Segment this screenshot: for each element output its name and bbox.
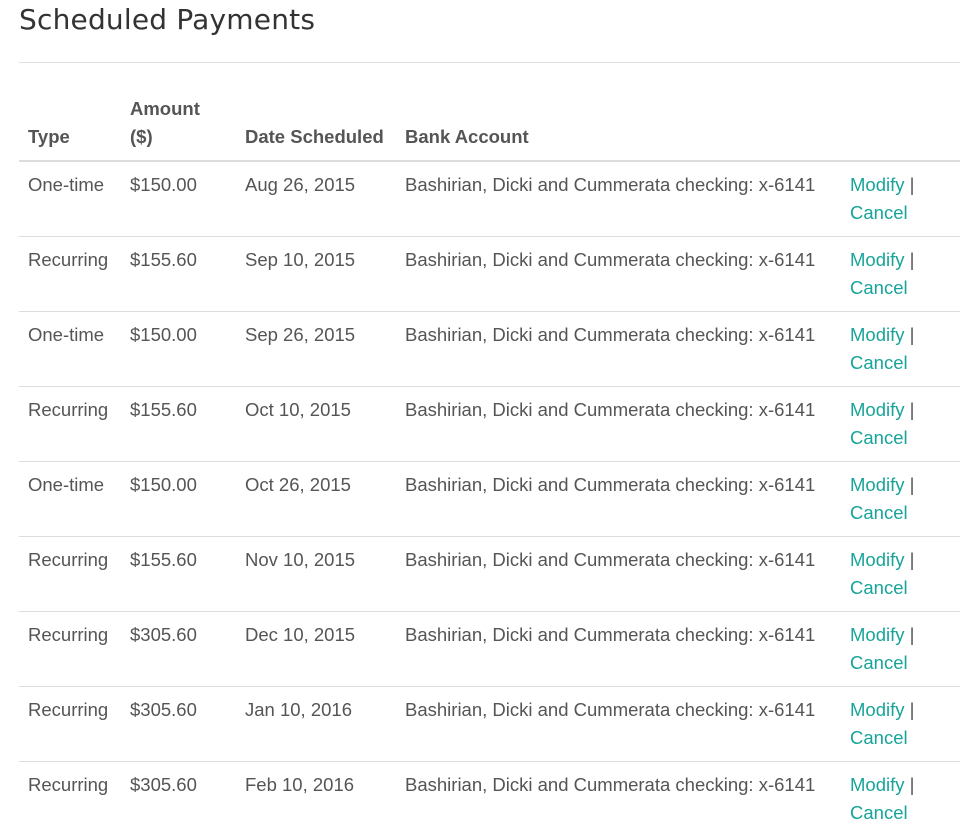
table-row: One-time $150.00 Aug 26, 2015 Bashirian,…	[19, 161, 960, 237]
column-header-amount: Amount ($)	[121, 95, 236, 162]
cell-date-scheduled: Feb 10, 2016	[236, 761, 396, 836]
cell-actions: Modify | Cancel	[841, 386, 960, 462]
cell-amount: $155.60	[121, 386, 236, 462]
cell-amount: $150.00	[121, 461, 236, 537]
column-header-actions	[841, 95, 960, 162]
cell-amount: $150.00	[121, 311, 236, 387]
action-separator: |	[909, 774, 915, 795]
cell-type: Recurring	[19, 611, 121, 687]
action-separator: |	[909, 624, 915, 645]
modify-link[interactable]: Modify	[850, 399, 905, 420]
table-row: Recurring $155.60 Oct 10, 2015 Bashirian…	[19, 386, 960, 462]
cell-date-scheduled: Sep 10, 2015	[236, 236, 396, 312]
table-row: One-time $150.00 Sep 26, 2015 Bashirian,…	[19, 311, 960, 387]
cancel-link[interactable]: Cancel	[850, 427, 908, 448]
cell-type: One-time	[19, 461, 121, 537]
cell-type: One-time	[19, 311, 121, 387]
cell-amount: $305.60	[121, 611, 236, 687]
cell-amount: $155.60	[121, 536, 236, 612]
cell-date-scheduled: Jan 10, 2016	[236, 686, 396, 762]
table-row: Recurring $305.60 Dec 10, 2015 Bashirian…	[19, 611, 960, 687]
cell-date-scheduled: Sep 26, 2015	[236, 311, 396, 387]
column-header-bank-account: Bank Account	[396, 95, 841, 162]
modify-link[interactable]: Modify	[850, 174, 905, 195]
table-row: Recurring $305.60 Feb 10, 2016 Bashirian…	[19, 761, 960, 836]
cell-type: Recurring	[19, 236, 121, 312]
cell-date-scheduled: Oct 26, 2015	[236, 461, 396, 537]
action-separator: |	[909, 174, 915, 195]
cell-bank-account: Bashirian, Dicki and Cummerata checking:…	[396, 686, 841, 762]
cell-actions: Modify | Cancel	[841, 611, 960, 687]
cell-type: One-time	[28, 174, 105, 195]
cell-date-scheduled: Oct 10, 2015	[236, 386, 396, 462]
modify-link[interactable]: Modify	[850, 474, 905, 495]
cancel-link[interactable]: Cancel	[850, 202, 908, 223]
cell-type: Recurring	[19, 761, 121, 836]
cancel-link[interactable]: Cancel	[850, 502, 908, 523]
cell-bank-account: Bashirian, Dicki and Cummerata checking:…	[396, 536, 841, 612]
cell-date-scheduled: Aug 26, 2015	[245, 174, 356, 195]
page-title: Scheduled Payments	[19, 3, 316, 36]
cell-actions: Modify | Cancel	[841, 236, 960, 312]
modify-link[interactable]: Modify	[850, 699, 905, 720]
cell-type: Recurring	[19, 686, 121, 762]
cell-amount: $150.00	[130, 174, 197, 195]
cell-actions: Modify | Cancel	[841, 761, 960, 836]
cell-actions: Modify | Cancel	[841, 686, 960, 762]
cancel-link[interactable]: Cancel	[850, 352, 908, 373]
cell-type: Recurring	[19, 386, 121, 462]
action-separator: |	[909, 249, 915, 270]
column-header-type: Type	[19, 95, 121, 162]
cell-date-scheduled: Dec 10, 2015	[236, 611, 396, 687]
modify-link[interactable]: Modify	[850, 624, 905, 645]
action-separator: |	[909, 549, 915, 570]
modify-link[interactable]: Modify	[850, 324, 905, 345]
cell-actions: Modify | Cancel	[841, 461, 960, 537]
table-row: Recurring $305.60 Jan 10, 2016 Bashirian…	[19, 686, 960, 762]
cancel-link[interactable]: Cancel	[850, 577, 908, 598]
table-row: Recurring $155.60 Nov 10, 2015 Bashirian…	[19, 536, 960, 612]
modify-link[interactable]: Modify	[850, 774, 905, 795]
cell-bank-account: Bashirian, Dicki and Cummerata checking:…	[405, 174, 816, 195]
cell-bank-account: Bashirian, Dicki and Cummerata checking:…	[396, 311, 841, 387]
cell-bank-account: Bashirian, Dicki and Cummerata checking:…	[396, 386, 841, 462]
table-row: One-time $150.00 Oct 26, 2015 Bashirian,…	[19, 461, 960, 537]
cell-bank-account: Bashirian, Dicki and Cummerata checking:…	[396, 611, 841, 687]
column-header-date-scheduled: Date Scheduled	[236, 95, 396, 162]
action-separator: |	[909, 399, 915, 420]
cancel-link[interactable]: Cancel	[850, 277, 908, 298]
cell-amount: $155.60	[121, 236, 236, 312]
table-body: One-time $150.00 Aug 26, 2015 Bashirian,…	[19, 161, 960, 836]
cancel-link[interactable]: Cancel	[850, 652, 908, 673]
cell-type: Recurring	[19, 536, 121, 612]
cancel-link[interactable]: Cancel	[850, 802, 908, 823]
cell-amount: $305.60	[121, 761, 236, 836]
cell-date-scheduled: Nov 10, 2015	[236, 536, 396, 612]
cancel-link[interactable]: Cancel	[850, 727, 908, 748]
table-header: Type Amount ($) Date Scheduled Bank Acco…	[19, 95, 960, 162]
modify-link[interactable]: Modify	[850, 549, 905, 570]
cell-bank-account: Bashirian, Dicki and Cummerata checking:…	[396, 461, 841, 537]
action-separator: |	[909, 699, 915, 720]
action-separator: |	[909, 324, 915, 345]
cell-amount: $305.60	[121, 686, 236, 762]
table-row: Recurring $155.60 Sep 10, 2015 Bashirian…	[19, 236, 960, 312]
scheduled-payments-table: Type Amount ($) Date Scheduled Bank Acco…	[19, 95, 960, 836]
cell-bank-account: Bashirian, Dicki and Cummerata checking:…	[396, 236, 841, 312]
cell-actions: Modify | Cancel	[841, 311, 960, 387]
cell-actions: Modify | Cancel	[841, 161, 960, 237]
modify-link[interactable]: Modify	[850, 249, 905, 270]
cell-actions: Modify | Cancel	[841, 536, 960, 612]
action-separator: |	[909, 474, 915, 495]
title-divider	[19, 62, 960, 63]
cell-bank-account: Bashirian, Dicki and Cummerata checking:…	[396, 761, 841, 836]
header-row: Type Amount ($) Date Scheduled Bank Acco…	[19, 95, 960, 162]
